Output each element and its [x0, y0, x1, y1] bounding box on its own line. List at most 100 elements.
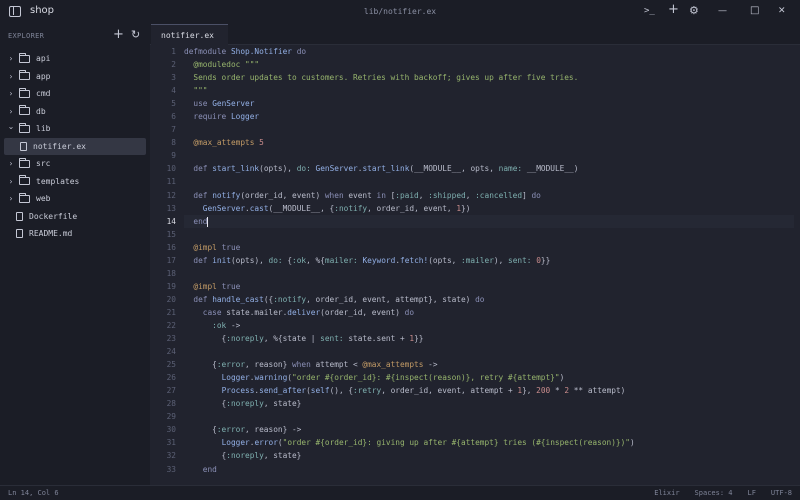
code-line[interactable]: [184, 175, 794, 188]
line-number: 2: [171, 60, 176, 70]
chevron-right-icon[interactable]: ›: [6, 107, 16, 116]
line-number: 21: [166, 307, 176, 317]
line-number: 14: [166, 216, 176, 226]
encoding[interactable]: UTF-8: [771, 489, 792, 497]
code-line[interactable]: @max_attempts 5: [184, 136, 794, 149]
chevron-right-icon[interactable]: ›: [6, 194, 16, 203]
code-line[interactable]: {:noreply, %{state | sent: state.sent + …: [184, 332, 794, 345]
chevron-right-icon[interactable]: ›: [6, 72, 16, 81]
tree-item-label: templates: [36, 176, 80, 186]
folder-icon: [19, 122, 30, 133]
line-number: 22: [166, 320, 176, 330]
folder-cmd[interactable]: › cmd: [0, 85, 150, 103]
code-line[interactable]: end: [184, 463, 794, 476]
code-line[interactable]: def notify(order_id, event) when event i…: [184, 189, 794, 202]
code-line[interactable]: :ok ->: [184, 319, 794, 332]
chevron-right-icon[interactable]: ›: [6, 89, 16, 98]
code-line[interactable]: """: [184, 84, 794, 97]
code-line[interactable]: def start_link(opts), do: GenServer.star…: [184, 162, 794, 175]
line-number: 23: [166, 334, 176, 344]
explorer-sidebar: EXPLORER + ↻ › api › app › cmd › db ⌄ lib notifier…: [0, 24, 150, 485]
folder-src[interactable]: › src: [0, 155, 150, 173]
code-line[interactable]: defmodule Shop.Notifier do: [184, 45, 794, 58]
line-number: 28: [166, 399, 176, 409]
code-line[interactable]: @impl true: [184, 280, 794, 293]
line-number: 16: [166, 242, 176, 252]
folder-icon: [19, 157, 30, 168]
code-line[interactable]: def init(opts), do: {:ok, %{mailer: Keyw…: [184, 254, 794, 267]
line-number: 19: [166, 281, 176, 291]
minimize-icon[interactable]: —: [718, 4, 727, 18]
code-line[interactable]: {:error, reason} when attempt < @max_att…: [184, 358, 794, 371]
indentation[interactable]: Spaces: 4: [695, 489, 733, 497]
folder-icon: [19, 192, 30, 203]
code-line[interactable]: require Logger: [184, 110, 794, 123]
chevron-right-icon[interactable]: ›: [6, 177, 16, 186]
chevron-down-icon[interactable]: ⌄: [6, 122, 16, 131]
file-README-md[interactable]: README.md: [0, 225, 150, 243]
folder-web[interactable]: › web: [0, 190, 150, 208]
code-line[interactable]: [184, 267, 794, 280]
status-bar: Ln 14, Col 6 Elixir Spaces: 4 LF UTF-8: [0, 485, 800, 500]
code-line[interactable]: def handle_cast({:notify, order_id, even…: [184, 293, 794, 306]
code-line[interactable]: case state.mailer.deliver(order_id, even…: [184, 306, 794, 319]
text-cursor: [207, 216, 209, 227]
code-line[interactable]: {:error, reason} ->: [184, 423, 794, 436]
code-line[interactable]: @moduledoc """: [184, 58, 794, 71]
code-line[interactable]: {:noreply, state}: [184, 449, 794, 462]
maximize-icon[interactable]: □: [750, 4, 759, 18]
line-ending[interactable]: LF: [747, 489, 755, 497]
tree-item-label: Dockerfile: [29, 211, 78, 221]
tree-item-label: cmd: [36, 89, 51, 99]
tree-item-label: api: [36, 54, 51, 64]
file-notifier-ex[interactable]: notifier.ex: [4, 137, 146, 155]
new-file-icon[interactable]: +: [113, 28, 124, 42]
line-number: 10: [166, 164, 176, 174]
code-line[interactable]: end: [184, 214, 794, 228]
code-line[interactable]: [184, 149, 794, 162]
code-line[interactable]: {:noreply, state}: [184, 397, 794, 410]
cursor-position[interactable]: Ln 14, Col 6: [8, 489, 59, 497]
line-number: 7: [171, 125, 176, 135]
folder-lib[interactable]: ⌄ lib: [0, 120, 150, 138]
code-line[interactable]: use GenServer: [184, 97, 794, 110]
code-area[interactable]: defmodule Shop.Notifier do @moduledoc ""…: [184, 45, 794, 476]
code-line[interactable]: GenServer.cast(__MODULE__, {:notify, ord…: [184, 202, 794, 215]
folder-templates[interactable]: › templates: [0, 173, 150, 191]
line-number: 20: [166, 294, 176, 304]
new-icon[interactable]: +: [668, 3, 679, 17]
language-mode[interactable]: Elixir: [654, 489, 679, 497]
terminal-icon[interactable]: >_: [644, 4, 655, 18]
code-line[interactable]: [184, 345, 794, 358]
line-number: 9: [171, 151, 176, 161]
code-line[interactable]: [184, 228, 794, 241]
tree-item-label: app: [36, 71, 51, 81]
tree-item-label: notifier.ex: [33, 141, 86, 151]
code-line[interactable]: @impl true: [184, 241, 794, 254]
folder-api[interactable]: › api: [0, 50, 150, 68]
chevron-right-icon[interactable]: ›: [6, 159, 16, 168]
line-number: 17: [166, 255, 176, 265]
refresh-icon[interactable]: ↻: [131, 28, 140, 42]
line-number-gutter: 1 2 3 4 5 6 7 8 9 10 11 12 13 14 15 16 17 18 19 20 21 22 23 24 2…: [150, 45, 176, 476]
code-editor[interactable]: 1 2 3 4 5 6 7 8 9 10 11 12 13 14 15 16 17 18 19 20 21 22 23 24 2…: [150, 45, 800, 485]
close-icon[interactable]: ✕: [778, 4, 786, 18]
chevron-right-icon[interactable]: ›: [6, 54, 16, 63]
settings-icon[interactable]: ⚙: [689, 4, 699, 18]
code-line[interactable]: Process.send_after(self(), {:retry, orde…: [184, 384, 794, 397]
tab-notifier-ex[interactable]: notifier.ex: [151, 24, 228, 45]
folder-app[interactable]: › app: [0, 68, 150, 86]
tree-item-label: db: [36, 106, 46, 116]
line-number: 26: [166, 373, 176, 383]
code-line[interactable]: Logger.error("order #{order_id}: giving …: [184, 436, 794, 449]
code-line[interactable]: Sends order updates to customers. Retrie…: [184, 71, 794, 84]
file-icon: [16, 211, 23, 221]
tab-bar: notifier.ex: [150, 24, 800, 45]
code-line[interactable]: Logger.warning("order #{order_id}: #{ins…: [184, 371, 794, 384]
code-line[interactable]: [184, 410, 794, 423]
window-title-path: lib/notifier.ex: [363, 7, 437, 16]
line-number: 18: [166, 268, 176, 278]
folder-db[interactable]: › db: [0, 103, 150, 121]
file-Dockerfile[interactable]: Dockerfile: [0, 208, 150, 226]
code-line[interactable]: [184, 123, 794, 136]
